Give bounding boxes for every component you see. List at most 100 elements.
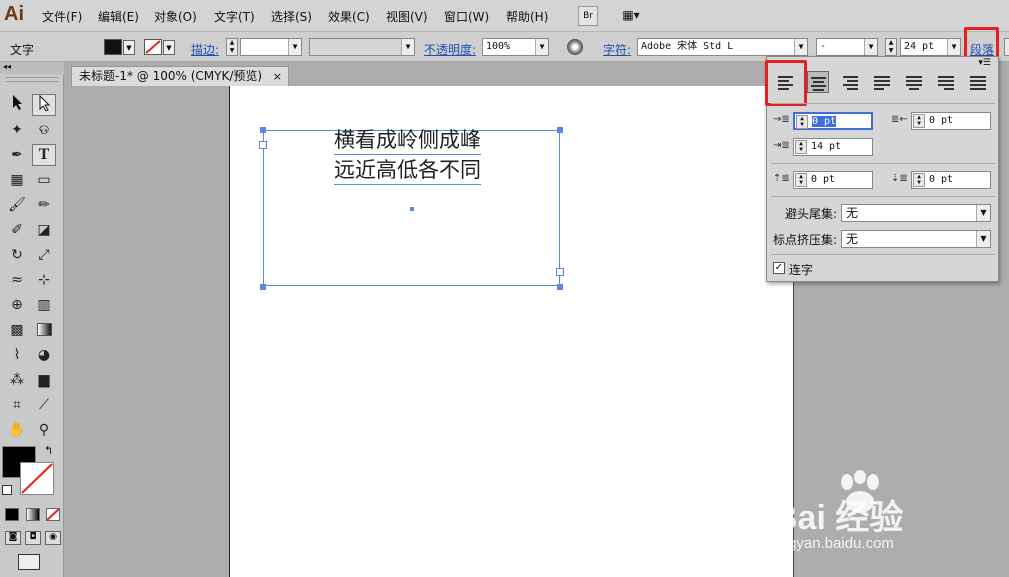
pencil-tool-icon[interactable]: ✏ xyxy=(32,194,56,216)
rectangle-tool-icon[interactable]: ▭ xyxy=(32,169,56,191)
document-tab[interactable]: 未标题-1* @ 100% (CMYK/预览) × xyxy=(71,66,289,86)
kinsoku-select[interactable]: 无 ▼ xyxy=(841,204,991,222)
justify-center-button[interactable] xyxy=(903,71,925,93)
panel-menu-icon[interactable]: ▾☰ xyxy=(978,58,991,68)
swap-fill-stroke-icon[interactable]: ↰ xyxy=(44,444,53,457)
character-link[interactable]: 字符: xyxy=(603,41,631,58)
paintbrush-tool-icon[interactable]: 🖌 xyxy=(5,194,29,216)
font-style-field[interactable]: - ▼ xyxy=(816,38,878,56)
stepper-icon[interactable]: ▲ ▼ xyxy=(913,173,925,187)
type-tool-icon[interactable]: T xyxy=(32,144,56,166)
hyphenate-checkbox[interactable]: ✓ xyxy=(773,262,785,274)
perspective-grid-tool-icon[interactable]: ▥ xyxy=(32,294,56,316)
menu-effect[interactable]: 效果(C) xyxy=(328,8,370,25)
direct-selection-tool-icon[interactable] xyxy=(32,94,56,116)
menu-type[interactable]: 文字(T) xyxy=(214,8,255,25)
app-logo: Ai xyxy=(4,3,24,25)
blob-brush-tool-icon[interactable]: ✐ xyxy=(5,219,29,241)
mojikumi-select[interactable]: 无 ▼ xyxy=(841,230,991,248)
justify-right-button[interactable] xyxy=(935,71,957,93)
lasso-tool-icon[interactable]: ଡ xyxy=(32,119,56,141)
stepper-icon[interactable]: ▲ ▼ xyxy=(795,140,807,154)
align-center-button[interactable] xyxy=(807,71,829,93)
poem-text[interactable]: 横看成岭侧成峰 远近高低各不同 xyxy=(334,127,481,185)
color-mode-icon[interactable] xyxy=(5,508,19,521)
mesh-tool-icon[interactable]: ▩ xyxy=(5,319,29,341)
stepper-icon[interactable]: ▲ ▼ xyxy=(796,115,808,129)
font-size-field[interactable]: 24 pt ▼ xyxy=(900,38,961,56)
hand-tool-icon[interactable]: ✋ xyxy=(5,419,29,441)
menu-file[interactable]: 文件(F) xyxy=(42,8,82,25)
stepper-icon[interactable]: ▲ ▼ xyxy=(795,173,807,187)
free-transform-tool-icon[interactable]: ⊹ xyxy=(32,269,56,291)
rotate-tool-icon[interactable]: ↻ xyxy=(5,244,29,266)
frame-handle-bottom-left[interactable] xyxy=(260,284,266,290)
control-bar-overflow[interactable] xyxy=(1004,38,1009,56)
line-segment-tool-icon[interactable]: ▦ xyxy=(5,169,29,191)
none-mode-icon[interactable] xyxy=(46,508,60,521)
font-family-field[interactable]: Adobe 宋体 Std L ▼ xyxy=(637,38,808,56)
draw-normal-icon[interactable]: ◙ xyxy=(5,531,21,545)
scale-tool-icon[interactable]: ⤢ xyxy=(32,244,56,266)
space-after-field[interactable]: ▲ ▼ 0 pt xyxy=(911,171,991,189)
font-size-stepper[interactable]: ▲ ▼ xyxy=(885,38,897,56)
stroke-swatch[interactable] xyxy=(144,39,162,55)
menu-object[interactable]: 对象(O) xyxy=(154,8,197,25)
tools-panel-handle[interactable] xyxy=(6,77,58,82)
menu-edit[interactable]: 编辑(E) xyxy=(98,8,139,25)
zoom-tool-icon[interactable]: ⚲ xyxy=(32,419,56,441)
justify-all-button[interactable] xyxy=(967,71,989,93)
gradient-tool-icon[interactable] xyxy=(32,319,56,341)
menu-help[interactable]: 帮助(H) xyxy=(506,8,548,25)
frame-handle-bottom-right[interactable] xyxy=(557,284,563,290)
blend-tool-icon[interactable]: ◕ xyxy=(32,344,56,366)
warp-tool-icon[interactable]: ≈ xyxy=(5,269,29,291)
stroke-dropdown-arrow[interactable]: ▼ xyxy=(163,40,175,55)
right-indent-field[interactable]: ▲ ▼ 0 pt xyxy=(911,112,991,130)
close-icon[interactable]: × xyxy=(273,67,282,86)
align-left-button[interactable] xyxy=(775,71,797,93)
brush-style-field[interactable]: ▼ xyxy=(309,38,415,56)
tools-panel-grip[interactable]: ◂◂ xyxy=(0,62,64,74)
selection-tool-icon[interactable] xyxy=(5,94,29,116)
default-colors-icon[interactable] xyxy=(2,485,12,495)
symbol-sprayer-tool-icon[interactable]: ⁂ xyxy=(5,369,29,391)
stroke-color-box[interactable] xyxy=(20,462,54,495)
right-indent-value: 0 pt xyxy=(929,115,954,126)
shape-builder-tool-icon[interactable]: ⊕ xyxy=(5,294,29,316)
recolor-icon[interactable] xyxy=(567,39,583,55)
frame-in-port[interactable] xyxy=(259,141,267,149)
eyedropper-tool-icon[interactable]: ⌇ xyxy=(5,344,29,366)
justify-left-button[interactable] xyxy=(871,71,893,93)
space-before-field[interactable]: ▲ ▼ 0 pt xyxy=(793,171,873,189)
frame-handle-top-left[interactable] xyxy=(260,127,266,133)
frame-handle-top-right[interactable] xyxy=(557,127,563,133)
menu-view[interactable]: 视图(V) xyxy=(386,8,428,25)
column-graph-tool-icon[interactable]: ▆ xyxy=(32,369,56,391)
stroke-weight-stepper[interactable]: ▲ ▼ xyxy=(226,38,238,56)
workspace-switcher[interactable]: ▦▾ xyxy=(616,6,646,26)
stepper-icon[interactable]: ▲ ▼ xyxy=(913,114,925,128)
gradient-mode-icon[interactable] xyxy=(26,508,40,521)
artboard-tool-icon[interactable]: ⌗ xyxy=(5,394,29,416)
stroke-weight-field[interactable]: ▼ xyxy=(240,38,302,56)
screen-mode-icon[interactable] xyxy=(18,554,40,570)
frame-out-port[interactable] xyxy=(556,268,564,276)
fill-swatch[interactable] xyxy=(104,39,122,55)
eraser-tool-icon[interactable]: ◪ xyxy=(32,219,56,241)
slice-tool-icon[interactable]: ⟋ xyxy=(32,394,56,416)
align-right-button[interactable] xyxy=(839,71,861,93)
menu-window[interactable]: 窗口(W) xyxy=(444,8,489,25)
draw-inside-icon[interactable]: ◉ xyxy=(45,531,61,545)
left-indent-field[interactable]: ▲ ▼ 0 pt xyxy=(793,112,873,130)
opacity-field[interactable]: 100% ▼ xyxy=(482,38,549,56)
menu-select[interactable]: 选择(S) xyxy=(271,8,312,25)
pen-tool-icon[interactable]: ✒ xyxy=(5,144,29,166)
magic-wand-tool-icon[interactable]: ✦ xyxy=(5,119,29,141)
first-line-indent-field[interactable]: ▲ ▼ 14 pt xyxy=(793,138,873,156)
opacity-link[interactable]: 不透明度: xyxy=(424,41,476,58)
stroke-link[interactable]: 描边: xyxy=(191,41,219,58)
bridge-button[interactable]: Br xyxy=(578,6,598,26)
fill-dropdown-arrow[interactable]: ▼ xyxy=(123,40,135,55)
draw-behind-icon[interactable]: ◘ xyxy=(25,531,41,545)
